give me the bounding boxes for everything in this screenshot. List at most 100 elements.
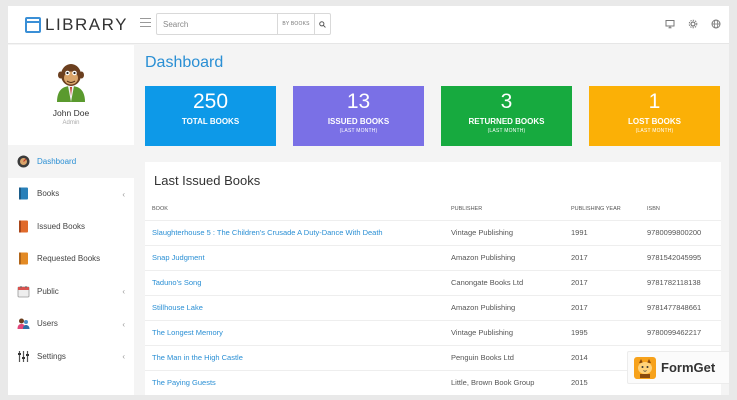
isbn-cell: 9781542045995 bbox=[640, 244, 721, 270]
book-cell: Snap Judgment bbox=[145, 244, 444, 270]
logo[interactable]: LIBRARY bbox=[25, 15, 128, 35]
app-window: LIBRARY BY BOOKS bbox=[8, 6, 729, 395]
book-cell: Slaughterhouse 5 : The Children's Crusad… bbox=[145, 219, 444, 245]
menu-toggle-icon[interactable] bbox=[140, 18, 151, 27]
sidebar-item-requested-books[interactable]: Requested Books bbox=[8, 243, 134, 276]
stat-card-total-books[interactable]: 250 TOTAL BOOKS bbox=[145, 86, 276, 146]
chevron-left-icon: ‹ bbox=[122, 189, 125, 199]
sidebar: John Doe Admin Dashboard Books ‹ Issued … bbox=[8, 45, 134, 395]
formget-watermark: FormGet bbox=[627, 351, 729, 384]
stat-label: ISSUED BOOKS bbox=[327, 117, 390, 126]
gear-icon[interactable] bbox=[687, 18, 698, 29]
monitor-icon[interactable] bbox=[664, 18, 675, 29]
dashboard-icon bbox=[16, 154, 30, 168]
books-icon bbox=[16, 187, 30, 201]
column-header-publishing-year: PUBLISHING YEAR bbox=[571, 205, 621, 212]
stat-value: 1 bbox=[648, 90, 661, 113]
watermark-text: FormGet bbox=[661, 360, 716, 375]
book-link[interactable]: The Paying Guests bbox=[152, 378, 216, 387]
year-cell: 1991 bbox=[564, 219, 640, 245]
stat-value: 250 bbox=[192, 90, 229, 113]
search-filter[interactable]: BY BOOKS bbox=[277, 14, 314, 34]
isbn-cell: 9780099462217 bbox=[640, 319, 721, 345]
year-cell: 2017 bbox=[564, 244, 640, 270]
sidebar-item-users[interactable]: Users ‹ bbox=[8, 308, 134, 341]
sidebar-item-label: Requested Books bbox=[37, 254, 101, 264]
user-name: John Doe bbox=[52, 108, 90, 118]
year-cell: 2017 bbox=[564, 294, 640, 320]
requested-books-icon bbox=[16, 252, 30, 266]
isbn-cell: 9780099800200 bbox=[640, 219, 721, 245]
table-row: Slaughterhouse 5 : The Children's Crusad… bbox=[145, 219, 721, 245]
search-icon bbox=[319, 20, 326, 28]
publisher-cell: Amazon Publishing bbox=[444, 294, 564, 320]
book-link[interactable]: Slaughterhouse 5 : The Children's Crusad… bbox=[152, 228, 383, 237]
settings-sliders-icon bbox=[16, 349, 30, 363]
logo-text: LIBRARY bbox=[45, 15, 128, 34]
avatar[interactable] bbox=[49, 58, 93, 102]
chevron-left-icon: ‹ bbox=[122, 352, 125, 361]
search-input[interactable] bbox=[157, 14, 277, 34]
table-row: Stillhouse Lake Amazon Publishing 2017 9… bbox=[145, 294, 721, 320]
sidebar-item-public[interactable]: Public ‹ bbox=[8, 275, 134, 308]
chevron-left-icon: ‹ bbox=[122, 287, 125, 296]
book-link[interactable]: Snap Judgment bbox=[152, 253, 205, 262]
publisher-cell: Vintage Publishing bbox=[444, 319, 564, 345]
stat-sublabel: (LAST MONTH) bbox=[635, 128, 674, 134]
stat-card-issued-books[interactable]: 13 ISSUED BOOKS (LAST MONTH) bbox=[293, 86, 424, 146]
book-cell: The Longest Memory bbox=[145, 319, 444, 345]
globe-icon[interactable] bbox=[710, 18, 721, 29]
table-row: The Longest Memory Vintage Publishing 19… bbox=[145, 319, 721, 345]
isbn-cell: 9781477848661 bbox=[640, 294, 721, 320]
column-header-isbn: ISBN bbox=[647, 205, 660, 212]
publisher-cell: Little, Brown Book Group bbox=[444, 369, 564, 395]
book-cell: The Paying Guests bbox=[145, 369, 444, 395]
cat-logo-icon bbox=[634, 356, 656, 379]
sidebar-item-label: Books bbox=[37, 189, 60, 199]
table-row: Snap Judgment Amazon Publishing 2017 978… bbox=[145, 244, 721, 270]
calendar-icon bbox=[16, 284, 30, 298]
year-cell: 2017 bbox=[564, 269, 640, 295]
book-cell: Taduno's Song bbox=[145, 269, 444, 295]
publisher-cell: Penguin Books Ltd bbox=[444, 344, 564, 370]
user-role: Admin bbox=[62, 120, 80, 126]
search-button[interactable] bbox=[314, 14, 330, 34]
stat-card-returned-books[interactable]: 3 RETURNED BOOKS (LAST MONTH) bbox=[441, 86, 572, 146]
table-title: Last Issued Books bbox=[154, 173, 261, 188]
top-icons bbox=[664, 18, 721, 29]
book-link[interactable]: The Longest Memory bbox=[152, 328, 223, 337]
stat-card-lost-books[interactable]: 1 LOST BOOKS (LAST MONTH) bbox=[589, 86, 720, 146]
sidebar-item-label: Users bbox=[37, 319, 58, 329]
issued-books-icon bbox=[16, 219, 30, 233]
sidebar-item-issued-books[interactable]: Issued Books bbox=[8, 210, 134, 243]
stat-label: TOTAL BOOKS bbox=[181, 117, 240, 126]
user-profile: John Doe Admin bbox=[8, 45, 134, 145]
logo-icon bbox=[25, 17, 41, 33]
book-link[interactable]: Stillhouse Lake bbox=[152, 303, 203, 312]
stat-label: LOST BOOKS bbox=[628, 117, 681, 126]
users-icon bbox=[16, 317, 30, 331]
isbn-cell: 9781782118138 bbox=[640, 269, 721, 295]
sidebar-item-label: Dashboard bbox=[37, 156, 77, 166]
page-title: Dashboard bbox=[145, 54, 224, 71]
book-link[interactable]: Taduno's Song bbox=[152, 278, 201, 287]
sidebar-item-dashboard[interactable]: Dashboard bbox=[8, 145, 134, 178]
publisher-cell: Vintage Publishing bbox=[444, 219, 564, 245]
sidebar-item-label: Settings bbox=[37, 351, 66, 361]
sidebar-item-settings[interactable]: Settings ‹ bbox=[8, 340, 134, 373]
chevron-left-icon: ‹ bbox=[122, 319, 125, 329]
book-link[interactable]: The Man in the High Castle bbox=[152, 353, 243, 362]
column-header-publisher: PUBLISHER bbox=[451, 205, 483, 212]
publisher-cell: Amazon Publishing bbox=[444, 244, 564, 270]
stat-label: RETURNED BOOKS bbox=[468, 117, 545, 126]
top-bar: LIBRARY BY BOOKS bbox=[8, 6, 729, 44]
sidebar-item-label: Public bbox=[37, 286, 59, 296]
stat-value: 13 bbox=[346, 90, 371, 113]
table-header-row: BOOK PUBLISHER PUBLISHING YEAR ISBN bbox=[145, 198, 721, 220]
book-cell: Stillhouse Lake bbox=[145, 294, 444, 320]
stat-sublabel: (LAST MONTH) bbox=[487, 128, 526, 134]
publisher-cell: Canongate Books Ltd bbox=[444, 269, 564, 295]
sidebar-item-books[interactable]: Books ‹ bbox=[8, 178, 134, 211]
stat-value: 3 bbox=[500, 90, 513, 113]
search-bar: BY BOOKS bbox=[156, 13, 331, 35]
